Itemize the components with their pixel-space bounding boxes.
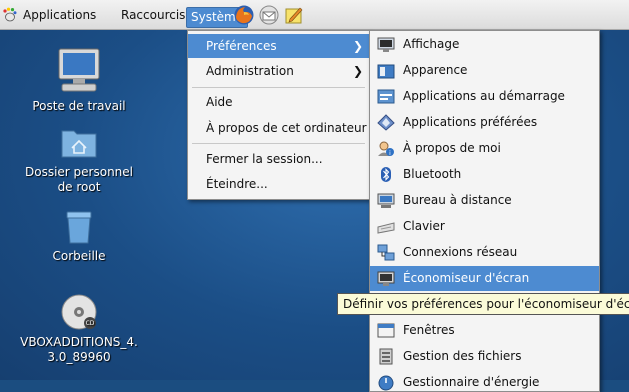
menu-separator [192, 143, 365, 144]
desktop-icon-label: Dossier personnel de root [24, 165, 133, 194]
firefox-icon[interactable] [233, 4, 255, 26]
menu-item-label: À propos de cet ordinateur [206, 121, 367, 135]
pref-item-about-me[interactable]: i À propos de moi [370, 136, 599, 161]
pref-item-label: Bureau à distance [403, 193, 512, 207]
file-management-icon [377, 348, 395, 365]
menu-item-label: Éteindre... [206, 177, 268, 191]
notes-icon[interactable] [283, 4, 305, 26]
pref-item-bluetooth[interactable]: Bluetooth [370, 162, 599, 187]
menu-item-aide[interactable]: Aide [188, 90, 369, 114]
pref-item-keyboard[interactable]: Clavier [370, 214, 599, 239]
screensaver-icon [377, 270, 395, 287]
pref-item-label: Gestion des fichiers [403, 349, 522, 363]
desktop-icon-label: Poste de travail [32, 99, 126, 113]
computer-icon [56, 46, 102, 96]
desktop-icon-label: Corbeille [52, 249, 106, 263]
menu-item-preferences[interactable]: Préférences ❯ [188, 34, 369, 58]
pref-item-preferred-apps[interactable]: Applications préférées [370, 110, 599, 135]
menu-item-label: Fermer la session... [206, 152, 323, 166]
desktop-icon-computer[interactable]: Poste de travail [14, 46, 144, 114]
keyboard-icon [377, 218, 395, 235]
menu-item-administration[interactable]: Administration ❯ [188, 59, 369, 83]
pref-item-label: Économiseur d'écran [403, 271, 530, 285]
pref-item-remote-desktop[interactable]: Bureau à distance [370, 188, 599, 213]
pref-item-power[interactable]: Gestionnaire d'énergie [370, 370, 599, 391]
menu-item-about-computer[interactable]: À propos de cet ordinateur [188, 116, 369, 140]
top-panel: Applications Raccourcis Système [0, 0, 629, 30]
cd-icon: CD [59, 292, 99, 332]
about-me-icon: i [377, 140, 395, 157]
desktop-icon-label: VBOXADDITIONS_4. 3.0_89960 [20, 335, 138, 364]
gnome-foot-icon[interactable] [2, 7, 17, 22]
menu-item-label: Préférences [206, 39, 277, 53]
pref-item-label: Applications au démarrage [403, 89, 565, 103]
desktop-icon-cd[interactable]: CD VBOXADDITIONS_4. 3.0_89960 [14, 292, 144, 365]
menu-item-label: Administration [206, 64, 294, 78]
pref-item-label: À propos de moi [403, 141, 501, 155]
desktop-icon-trash[interactable]: Corbeille [14, 206, 144, 264]
pref-item-label: Applications préférées [403, 115, 538, 129]
bluetooth-icon [377, 166, 395, 183]
tooltip: Définir vos préférences pour l'économise… [337, 293, 629, 315]
menu-separator [192, 87, 365, 88]
home-folder-icon [59, 122, 99, 162]
pref-item-windows[interactable]: Fenêtres [370, 318, 599, 343]
menu-item-logout[interactable]: Fermer la session... [188, 147, 369, 171]
display-icon [377, 36, 395, 53]
pref-item-label: Apparence [403, 63, 468, 77]
network-icon [377, 244, 395, 261]
svg-text:CD: CD [86, 320, 95, 327]
pref-item-affichage[interactable]: Affichage [370, 32, 599, 57]
mail-icon[interactable] [258, 4, 280, 26]
preferences-submenu: Affichage Apparence Applications au déma… [369, 30, 600, 392]
pref-item-screensaver[interactable]: Économiseur d'écran [370, 266, 599, 291]
pref-item-label: Fenêtres [403, 323, 455, 337]
menu-item-shutdown[interactable]: Éteindre... [188, 172, 369, 196]
chevron-right-icon: ❯ [352, 64, 363, 78]
preferred-apps-icon [377, 114, 395, 131]
windows-icon [377, 322, 395, 339]
pref-item-label: Affichage [403, 37, 460, 51]
pref-item-label: Connexions réseau [403, 245, 518, 259]
trash-icon [59, 206, 99, 246]
pref-item-startup[interactable]: Applications au démarrage [370, 84, 599, 109]
menu-item-label: Aide [206, 95, 233, 109]
pref-item-label: Clavier [403, 219, 445, 233]
chevron-right-icon: ❯ [352, 39, 363, 53]
appearance-icon [377, 62, 395, 79]
pref-item-apparence[interactable]: Apparence [370, 58, 599, 83]
pref-item-label: Gestionnaire d'énergie [403, 375, 540, 389]
power-manager-icon [377, 374, 395, 391]
pref-item-label: Bluetooth [403, 167, 462, 181]
pref-item-file-management[interactable]: Gestion des fichiers [370, 344, 599, 369]
desktop-icon-home[interactable]: Dossier personnel de root [14, 122, 144, 195]
raccourcis-menu[interactable]: Raccourcis [118, 6, 188, 24]
startup-apps-icon [377, 88, 395, 105]
systeme-dropdown: Préférences ❯ Administration ❯ Aide À pr… [187, 30, 370, 200]
applications-menu[interactable]: Applications [20, 6, 99, 24]
remote-desktop-icon [377, 192, 395, 209]
pref-item-network[interactable]: Connexions réseau [370, 240, 599, 265]
